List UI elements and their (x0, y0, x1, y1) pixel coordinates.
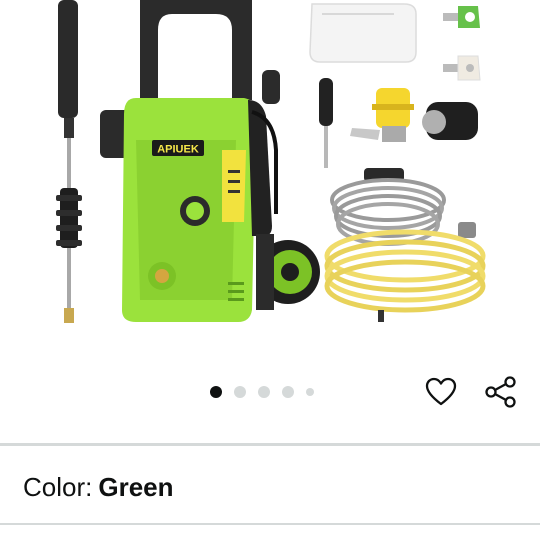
brand-label: APIUEK (157, 144, 199, 156)
color-label: Color: (23, 472, 93, 502)
favorite-button[interactable] (421, 372, 461, 412)
washer-body: APIUEK (100, 0, 320, 322)
color-selection: Color: Green (23, 470, 174, 504)
carousel-dot-3[interactable] (258, 386, 270, 398)
share-icon (485, 376, 516, 408)
product-image[interactable]: APIUEK (0, 0, 540, 340)
color-value: Green (98, 472, 174, 502)
carousel-indicator[interactable] (210, 384, 314, 400)
detergent-tank (309, 3, 417, 63)
section-divider (0, 443, 540, 446)
carousel-dot-1[interactable] (210, 386, 222, 398)
section-divider-bottom (0, 523, 540, 525)
hoses (324, 168, 486, 322)
hose-connector (350, 88, 478, 142)
screwdriver (319, 78, 333, 168)
share-button[interactable] (481, 372, 521, 412)
carousel-dot-2[interactable] (234, 386, 246, 398)
carousel-dot-4[interactable] (282, 386, 294, 398)
heart-outline-icon (425, 377, 457, 406)
carousel-dot-5[interactable] (306, 388, 314, 396)
pressure-washer-illustration: APIUEK (56, 0, 486, 323)
nozzles (443, 6, 481, 81)
spray-wand (56, 0, 82, 323)
